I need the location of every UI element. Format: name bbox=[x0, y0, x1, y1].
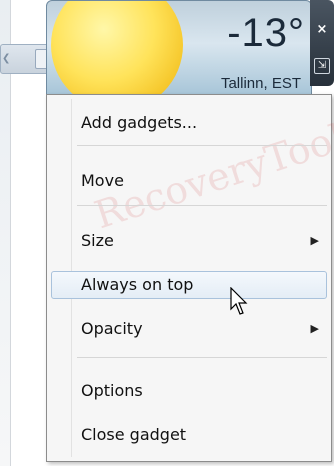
resize-icon[interactable]: ⇲ bbox=[314, 58, 330, 74]
menu-item-label: Add gadgets... bbox=[81, 113, 198, 132]
temperature-value: -13° bbox=[227, 11, 305, 55]
menu-item-label: Always on top bbox=[81, 275, 194, 294]
menu-item-always-on-top[interactable]: Always on top bbox=[51, 271, 327, 299]
chevron-left-icon[interactable]: ❮ bbox=[2, 53, 10, 64]
weather-gadget[interactable]: -13° Tallinn, EST bbox=[46, 0, 312, 96]
submenu-arrow-icon: ▶ bbox=[310, 234, 319, 247]
menu-item-move[interactable]: Move bbox=[51, 167, 327, 195]
menu-item-size[interactable]: Size ▶ bbox=[51, 227, 327, 255]
close-icon[interactable]: × bbox=[314, 22, 330, 38]
menu-item-label: Move bbox=[81, 171, 124, 190]
menu-item-label: Size bbox=[81, 231, 114, 250]
context-menu: RecoveryTools Add gadgets... Move Size ▶… bbox=[46, 94, 334, 462]
menu-item-add-gadgets[interactable]: Add gadgets... bbox=[51, 109, 327, 137]
menu-separator bbox=[77, 205, 327, 206]
gadget-controls: × ⇲ bbox=[310, 0, 334, 86]
menu-item-label: Opacity bbox=[81, 319, 143, 338]
menu-item-options[interactable]: Options bbox=[51, 377, 327, 405]
menu-separator bbox=[77, 357, 327, 358]
location-label: Tallinn, EST bbox=[220, 75, 301, 92]
submenu-arrow-icon: ▶ bbox=[310, 322, 319, 335]
menu-item-close-gadget[interactable]: Close gadget bbox=[51, 421, 327, 449]
menu-item-label: Close gadget bbox=[81, 425, 187, 444]
menu-separator bbox=[77, 145, 327, 146]
menu-item-label: Options bbox=[81, 381, 143, 400]
sun-icon bbox=[51, 1, 183, 95]
menu-item-opacity[interactable]: Opacity ▶ bbox=[51, 315, 327, 343]
